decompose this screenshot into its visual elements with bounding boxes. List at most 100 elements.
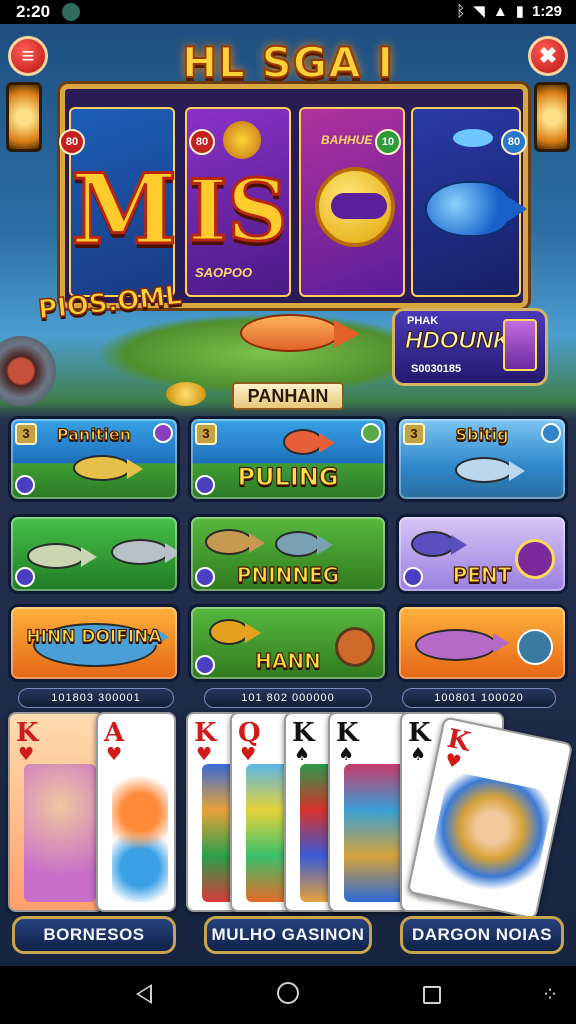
fish-icon: [73, 455, 143, 481]
more-options-button[interactable]: ⁘: [530, 982, 570, 1008]
game-tile[interactable]: 3 Panitien: [8, 416, 180, 502]
bottom-button-1[interactable]: BORNESOS: [12, 916, 176, 954]
menu-button[interactable]: ≡: [8, 36, 48, 76]
count-badge: 80: [501, 129, 527, 155]
info-icon[interactable]: [153, 423, 173, 443]
lantern-icon: [6, 82, 42, 152]
game-title: Sbitig: [455, 424, 509, 444]
tools-icon[interactable]: [195, 655, 215, 675]
spade-icon: ♠: [338, 744, 355, 765]
fish-icon: [112, 764, 168, 902]
navigation-bar: ⁘: [0, 966, 576, 1024]
fish-icon: [27, 543, 97, 569]
game-lobby: ≡ HL SGA I IDAONSIA ✖ M IS SAOPOO BAHHUE…: [0, 24, 576, 966]
reel-tag: BAHHUE: [321, 133, 373, 147]
card-games-section: K ♥ A ♥ K ♥ Q ♥ K ♠ K ♠ K ♠ K ♥: [8, 710, 574, 920]
info-icon[interactable]: [541, 423, 561, 443]
game-title: Panitien: [56, 424, 132, 444]
owl-mask-icon: [223, 121, 261, 159]
plate-icon: [335, 627, 375, 667]
reel-symbol: M: [70, 152, 179, 268]
coin-disc-icon: [315, 167, 395, 247]
shark-icon: [425, 181, 527, 237]
game-tile[interactable]: [8, 514, 180, 594]
heart-icon: ♥: [196, 744, 213, 765]
game-tile[interactable]: PENT: [396, 514, 568, 594]
tools-icon[interactable]: [195, 567, 215, 587]
spade-icon: ♠: [294, 744, 311, 765]
game-tile[interactable]: [396, 604, 568, 682]
status-time: 2:20: [16, 2, 51, 21]
heart-icon: ♥: [442, 749, 464, 774]
promo-card-small: PHAK: [407, 315, 439, 327]
fish-icon: [111, 539, 177, 565]
fish-icon: [415, 629, 509, 661]
tools-icon[interactable]: [15, 475, 35, 495]
promo-card-sub: S0030185: [411, 363, 462, 375]
character-art: [24, 764, 96, 902]
queen-art: [424, 770, 555, 909]
dots-icon: ⁘: [541, 984, 559, 1006]
spin-wheel-icon[interactable]: [515, 539, 555, 579]
count-badge: 80: [59, 129, 85, 155]
fish-icon: [240, 314, 360, 352]
character-portrait: [503, 319, 537, 371]
battery-icon: ▮: [515, 3, 524, 20]
game-tile[interactable]: PNINNEG: [188, 514, 388, 594]
recent-apps-button[interactable]: [412, 982, 452, 1008]
playing-card[interactable]: A ♥: [96, 712, 176, 912]
slot-reel: M: [69, 107, 179, 297]
reel-tag: SAOPOO: [195, 265, 253, 280]
promo-card-title: HDOUNK: [404, 327, 511, 355]
tools-icon[interactable]: [403, 567, 423, 587]
count-badge: 80: [189, 129, 215, 155]
game-tile[interactable]: 3 Sbitig: [396, 416, 568, 502]
home-icon: [277, 982, 299, 1004]
back-icon: [136, 984, 152, 1004]
game-tile[interactable]: HANN: [188, 604, 388, 682]
bottom-button-3[interactable]: DARGON NOIAS: [400, 916, 564, 954]
shell-icon: [205, 529, 265, 555]
game-title: PULING: [237, 462, 339, 491]
status-icons: ᛒ ◥ ▲ ▮ 1:29: [456, 2, 562, 21]
heart-icon: ♥: [18, 744, 35, 765]
app-notification-icon: [62, 3, 80, 21]
game-title: HINN DOIFINA: [26, 626, 162, 647]
game-tile[interactable]: 3 PULING: [188, 416, 388, 502]
recent-apps-icon: [423, 986, 441, 1004]
heart-icon: ♥: [240, 744, 257, 765]
heart-icon: ♥: [106, 744, 123, 765]
fish-icon: [453, 129, 493, 147]
fish-icon: [411, 531, 467, 557]
tools-icon[interactable]: [15, 567, 35, 587]
fish-icon: [283, 429, 335, 455]
close-button[interactable]: ✖: [528, 36, 568, 76]
wheel-icon: [0, 336, 56, 406]
jackpot-caption: 101 802 000000: [204, 688, 372, 708]
game-title: PNINNEG: [236, 562, 340, 587]
gold-coin-icon: [209, 619, 261, 645]
info-icon[interactable]: [361, 423, 381, 443]
status-bar: 2:20 ᛒ ◥ ▲ ▮ 1:29: [0, 0, 576, 24]
lantern-icon: [534, 82, 570, 152]
fish-icon: [275, 531, 333, 557]
fish-art: [344, 764, 406, 902]
fish-icon: [455, 457, 525, 483]
game-tile[interactable]: HINN DOIFINA: [8, 604, 180, 682]
status-time-right: 1:29: [531, 2, 562, 20]
promo-card[interactable]: PHAK HDOUNK S0030185: [392, 308, 548, 386]
gold-pile-icon: [166, 382, 206, 406]
chip-icon: [517, 629, 553, 665]
count-badge: 10: [375, 129, 401, 155]
scene-label[interactable]: PANHAIN: [232, 382, 344, 410]
bluetooth-icon: ᛒ: [456, 2, 466, 20]
home-button[interactable]: [268, 982, 308, 1008]
spade-icon: ♠: [410, 744, 427, 765]
bottom-button-2[interactable]: MULHO GASINON: [204, 916, 372, 954]
wifi-icon: ◥: [473, 3, 485, 20]
playing-card[interactable]: K ♥: [8, 712, 104, 912]
back-button[interactable]: [124, 982, 164, 1008]
featured-slot-banner[interactable]: M IS SAOPOO BAHHUE 80 80 10 80: [59, 84, 528, 308]
jackpot-caption: 101803 300001: [18, 688, 174, 708]
tools-icon[interactable]: [195, 475, 215, 495]
